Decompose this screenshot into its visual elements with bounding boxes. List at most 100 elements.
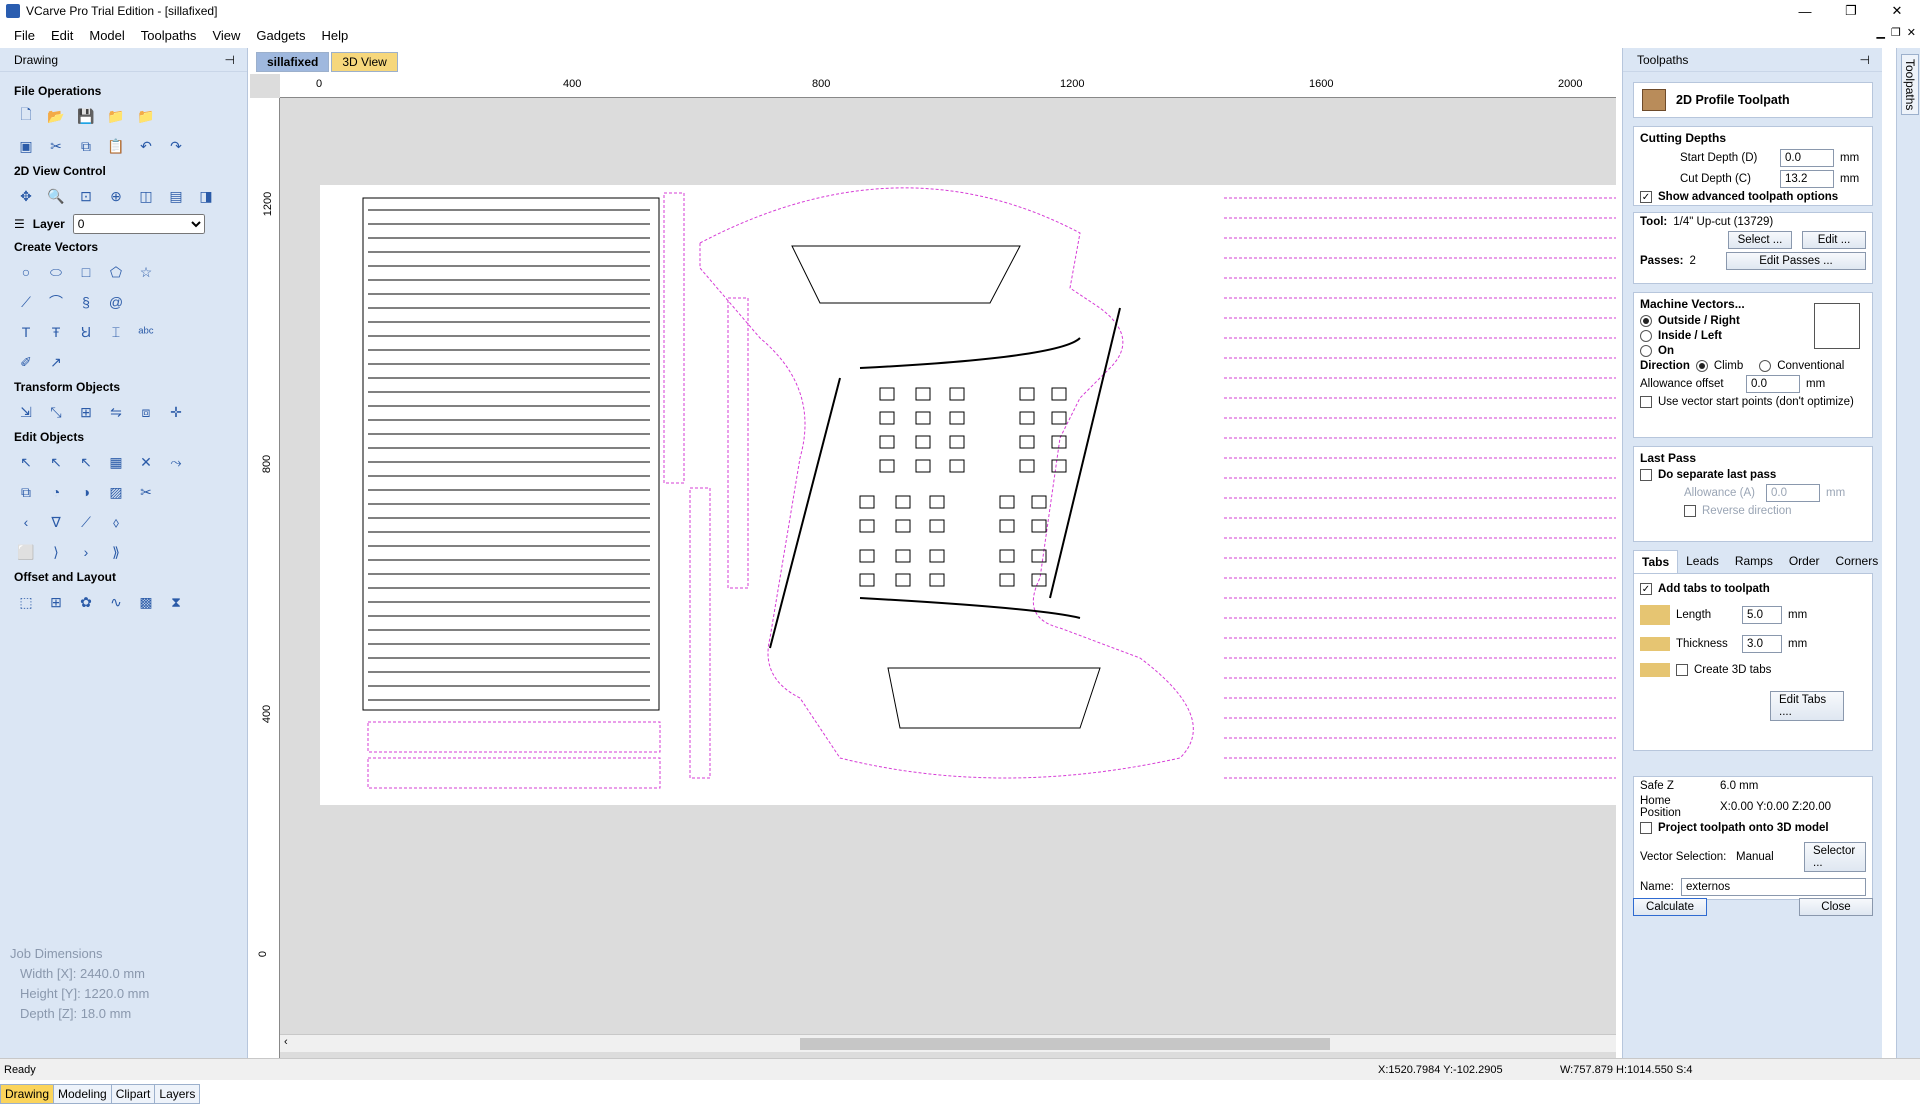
measure-icon[interactable]: ↗ (44, 350, 68, 374)
tab-3d-view[interactable]: 3D View (331, 52, 398, 72)
split-view-icon[interactable]: ◫ (134, 184, 158, 208)
job-setup-icon[interactable]: ▣ (14, 134, 38, 158)
polygon-icon[interactable]: ⬠ (104, 260, 128, 284)
cut-depth-input[interactable] (1780, 170, 1834, 188)
close-button[interactable]: ✕ (1874, 0, 1920, 22)
intersect-icon[interactable]: ◑ (74, 480, 98, 504)
minimize-button[interactable]: — (1782, 0, 1828, 22)
v-icon[interactable]: ∇ (44, 510, 68, 534)
tab-thickness-input[interactable] (1742, 635, 1782, 653)
zoom-extents-icon[interactable]: ⊡ (74, 184, 98, 208)
open-file-icon[interactable]: 📂 (44, 104, 68, 128)
add-tabs-checkbox[interactable]: ✓ (1640, 583, 1652, 595)
offset-icon[interactable]: ⬚ (14, 590, 38, 614)
spline-icon[interactable]: § (74, 290, 98, 314)
move-icon[interactable]: ⇲ (14, 400, 38, 424)
edit-tabs-button[interactable]: Edit Tabs .... (1770, 691, 1844, 721)
text-on-curve-icon[interactable]: Ꞟ (74, 320, 98, 344)
menu-view[interactable]: View (204, 28, 248, 43)
name-input[interactable] (1681, 878, 1866, 896)
allowance-input[interactable] (1746, 375, 1800, 393)
climb-radio[interactable] (1695, 360, 1708, 372)
curve-icon[interactable]: ⌒ (44, 290, 68, 314)
tab-layers[interactable]: Layers (154, 1084, 201, 1104)
conventional-radio[interactable] (1759, 360, 1772, 372)
mirror-icon[interactable]: ⇋ (104, 400, 128, 424)
tab-document[interactable]: sillafixed (256, 52, 330, 72)
set-size-icon[interactable]: ⤡ (44, 400, 68, 424)
outside-radio[interactable] (1640, 315, 1652, 327)
horizontal-scrollbar[interactable]: ‹ (280, 1034, 1616, 1052)
import-vectors-icon[interactable]: 📁 (104, 104, 128, 128)
tab-tabs[interactable]: Tabs (1633, 550, 1679, 573)
last-allowance-input[interactable] (1766, 484, 1820, 502)
ellipse-icon[interactable]: ⬭ (44, 260, 68, 284)
circle-icon[interactable]: ○ (14, 260, 38, 284)
copy-icon[interactable]: ⧉ (74, 134, 98, 158)
extend-icon[interactable]: › (74, 540, 98, 564)
dimensions-icon[interactable]: ⌶ (104, 320, 128, 344)
nesting-icon[interactable]: ▩ (134, 590, 158, 614)
cut-icon[interactable]: ✂ (44, 134, 68, 158)
save-file-icon[interactable]: 💾 (74, 104, 98, 128)
mdi-minimize-icon[interactable]: ▁ (1876, 26, 1884, 39)
pin-icon[interactable]: ⊣ (1860, 53, 1870, 67)
new-file-icon[interactable]: 🗋 (14, 104, 38, 128)
mdi-close-icon[interactable]: ✕ (1907, 26, 1916, 39)
tab-order[interactable]: Order (1781, 550, 1828, 573)
tab-clipart[interactable]: Clipart (110, 1084, 156, 1104)
fit-icon[interactable]: ⧗ (164, 590, 188, 614)
curve-fit-icon[interactable]: ⟩ (44, 540, 68, 564)
align-center-icon[interactable]: ✛ (164, 400, 188, 424)
bitmap-trace-icon[interactable]: ✐ (14, 350, 38, 374)
star-icon[interactable]: ☆ (134, 260, 158, 284)
close-vector-icon[interactable]: ⟫ (104, 540, 128, 564)
tab-corners[interactable]: Corners (1828, 550, 1887, 573)
array-copy-icon[interactable]: ⊞ (44, 590, 68, 614)
menu-edit[interactable]: Edit (43, 28, 81, 43)
pin-icon[interactable]: ⊣ (225, 53, 235, 67)
edit-passes-button[interactable]: Edit Passes ... (1726, 252, 1866, 270)
ungroup-icon[interactable]: ✕ (134, 450, 158, 474)
tab-ramps[interactable]: Ramps (1727, 550, 1781, 573)
close-panel-button[interactable]: Close (1799, 898, 1873, 916)
menu-file[interactable]: File (6, 28, 43, 43)
fillet-icon[interactable]: ▨ (104, 480, 128, 504)
menu-toolpaths[interactable]: Toolpaths (133, 28, 205, 43)
text-icon[interactable]: T (14, 320, 38, 344)
smooth-icon[interactable]: ⬜ (14, 540, 38, 564)
rectangle-icon[interactable]: □ (74, 260, 98, 284)
selector-button[interactable]: Selector ... (1804, 842, 1866, 872)
layer-select[interactable]: 0 (72, 214, 205, 234)
undo-icon[interactable]: ↶ (134, 134, 158, 158)
tab-drawing[interactable]: Drawing (0, 1084, 55, 1104)
trim-icon[interactable]: ✂ (134, 480, 158, 504)
menu-help[interactable]: Help (314, 28, 357, 43)
separate-pass-checkbox[interactable] (1640, 469, 1652, 481)
group-icon[interactable]: ▦ (104, 450, 128, 474)
start-depth-input[interactable] (1780, 149, 1834, 167)
distort-icon[interactable]: ⧈ (134, 400, 158, 424)
paste-icon[interactable]: 📋 (104, 134, 128, 158)
arrow-shape-icon[interactable]: ⬨ (104, 510, 128, 534)
zoom-selection-icon[interactable]: ⊕ (104, 184, 128, 208)
circular-array-icon[interactable]: ✿ (74, 590, 98, 614)
interactive-select-icon[interactable]: ↖ (74, 450, 98, 474)
menu-model[interactable]: Model (81, 28, 132, 43)
join-icon[interactable]: ⤳ (164, 450, 188, 474)
menu-gadgets[interactable]: Gadgets (248, 28, 313, 43)
use-vector-checkbox[interactable] (1640, 396, 1652, 408)
inside-radio[interactable] (1640, 330, 1652, 342)
polyline-icon[interactable]: ⟋ (14, 290, 38, 314)
tab-length-input[interactable] (1742, 606, 1782, 624)
text-arc-icon[interactable]: ᵃᵇᶜ (134, 320, 158, 344)
import-component-icon[interactable]: 📁 (134, 104, 158, 128)
side-tab-toolpaths[interactable]: Toolpaths (1901, 54, 1919, 116)
redo-icon[interactable]: ↷ (164, 134, 188, 158)
autolayout-text-icon[interactable]: Ŧ (44, 320, 68, 344)
line-icon[interactable]: ⟋ (74, 510, 98, 534)
subtract-icon[interactable]: ◔ (44, 480, 68, 504)
reverse-checkbox[interactable] (1684, 505, 1696, 517)
tab-leads[interactable]: Leads (1678, 550, 1727, 573)
calculate-button[interactable]: Calculate (1633, 898, 1707, 916)
